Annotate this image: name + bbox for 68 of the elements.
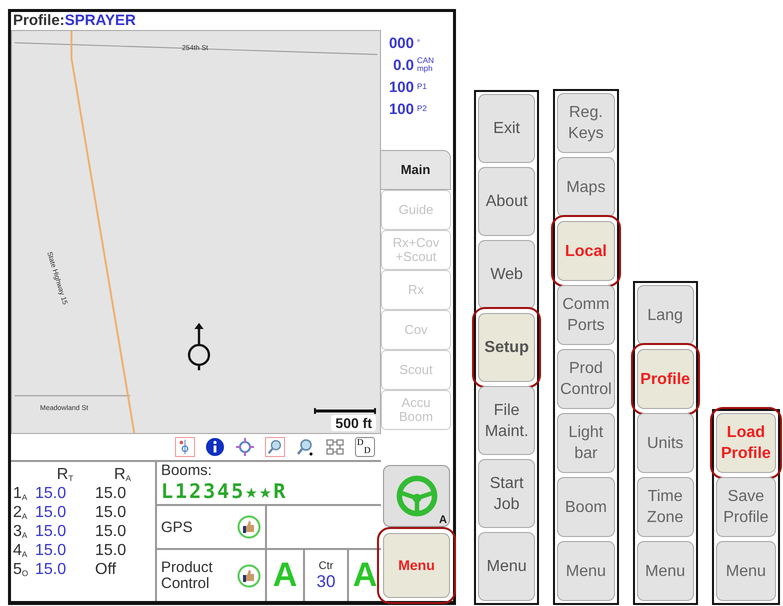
target-rate: 15.0 [35, 541, 68, 560]
scale-bar-icon [314, 407, 376, 415]
menu-button[interactable]: Start Job [478, 459, 536, 528]
menu-button[interactable]: Time Zone [636, 477, 694, 537]
auto-mode-indicator: A [352, 556, 378, 595]
product-number: 4$_{A}$ [13, 541, 28, 560]
crosshair-icon[interactable] [235, 437, 255, 457]
thumbs-up-icon [237, 515, 261, 539]
auto-mode-indicator: A [272, 556, 298, 595]
product-number: 3$_{A}$ [13, 522, 28, 541]
product-number: 1$_{A}$ [13, 484, 28, 503]
menu-button[interactable]: Units [636, 413, 694, 473]
display-mode-icon[interactable]: D D [355, 437, 375, 457]
product-number: 5$_{O}$ [13, 560, 30, 579]
actual-rate: 15.0 [95, 484, 128, 503]
thumbs-up-icon [237, 564, 261, 588]
zoom-icon[interactable] [265, 437, 285, 457]
readout-value: 0.0 [393, 56, 414, 74]
menu-button[interactable]: Menu [478, 532, 536, 601]
menu-button[interactable]: Light bar [557, 413, 615, 473]
menu-button[interactable]: File Maint. [478, 386, 536, 455]
actual-rate: Off [95, 560, 118, 579]
readout-value: 100 [388, 78, 414, 96]
column-header: R$_{A}$ [113, 465, 132, 484]
menu-button[interactable]: Lang [636, 285, 694, 345]
actual-rate: 15.0 [95, 522, 128, 541]
menu-button[interactable]: Menu [636, 541, 694, 601]
info-icon[interactable] [205, 437, 225, 457]
scale-label: 500 ft [331, 415, 376, 431]
menu-button[interactable]: Save Profile [716, 477, 776, 537]
ctr-label: Ctr [318, 560, 334, 572]
actual-rate: 15.0 [95, 541, 128, 560]
steering-button[interactable]: A [383, 465, 450, 527]
readout-value: 000 [388, 34, 414, 52]
gps-label: GPS [161, 518, 193, 536]
column-header: R$_{T}$ [56, 465, 74, 484]
readout-unit: P2 [417, 105, 428, 113]
profile-label: Profile: [13, 12, 65, 29]
menu-button[interactable]: Menu [557, 541, 615, 601]
readout-unit: ° [417, 39, 422, 47]
menu-button[interactable]: Menu [716, 541, 776, 601]
menu-button[interactable]: Prod Control [557, 349, 615, 409]
actual-rate: 15.0 [95, 503, 128, 522]
ctr-value: 30 [316, 572, 336, 592]
profile-name: SPRAYER [64, 12, 136, 29]
readout-value: 100 [388, 100, 414, 118]
product-control-label: Product Control [161, 560, 214, 592]
target-rate: 15.0 [35, 503, 68, 522]
steering-wheel-icon [394, 474, 438, 518]
node-icon[interactable] [175, 437, 195, 457]
boom-sections: L12345★★R [161, 479, 381, 503]
readout-unit: CAN mph [417, 57, 435, 73]
menu-button[interactable]: Web [478, 240, 536, 309]
grid-icon[interactable] [325, 437, 345, 457]
target-rate: 15.0 [35, 484, 68, 503]
readout-unit: P1 [417, 83, 428, 91]
menu-button[interactable]: Boom [557, 477, 615, 537]
target-rate: 15.0 [35, 560, 68, 579]
menu-button[interactable]: Comm Ports [557, 285, 615, 345]
target-rate: 15.0 [35, 522, 68, 541]
menu-button[interactable]: Exit [478, 94, 536, 163]
menu-button[interactable]: About [478, 167, 536, 236]
product-number: 2$_{A}$ [13, 503, 28, 522]
view-tab[interactable]: Main [381, 150, 451, 190]
menu-button[interactable]: Maps [557, 157, 615, 217]
zoom-icon[interactable] [295, 437, 315, 457]
booms-label: Booms: [161, 462, 213, 479]
menu-button[interactable]: Reg. Keys [557, 93, 615, 153]
